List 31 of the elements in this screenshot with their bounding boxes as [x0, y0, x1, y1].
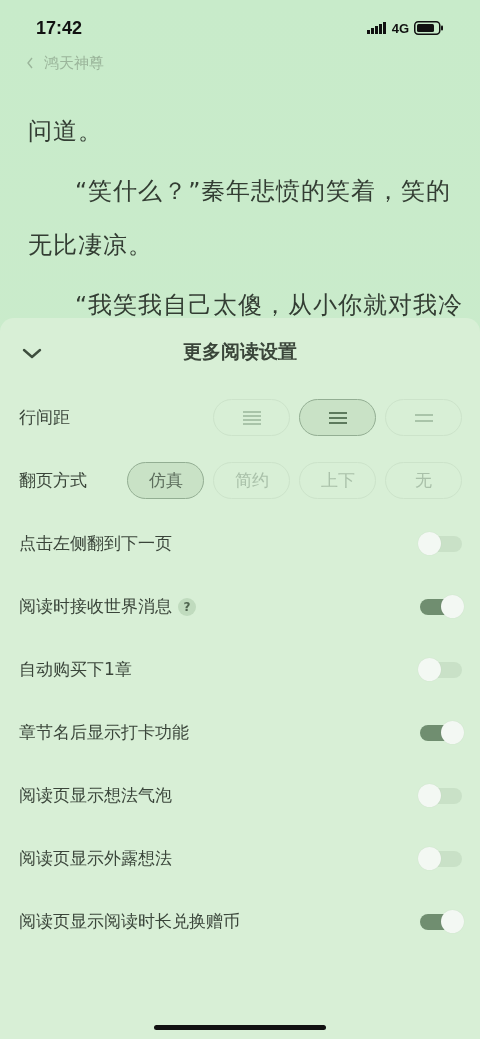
toggle-switch[interactable] [420, 724, 462, 741]
chevron-down-icon[interactable] [22, 348, 42, 360]
signal-icon [366, 22, 387, 34]
setting-label: 点击左侧翻到下一页 [19, 532, 172, 555]
help-icon[interactable]: ? [178, 597, 196, 616]
network-label: 4G [391, 20, 409, 36]
sheet-title: 更多阅读设置 [183, 339, 297, 364]
setting-label: 章节名后显示打卡功能 [19, 721, 189, 744]
toggle-switch[interactable] [420, 661, 462, 678]
setting-label: 阅读页显示阅读时长兑换赠币 [19, 910, 240, 933]
paragraph: “笑什么？”秦年悲愤的笑着，笑的无比凄凉。 [28, 176, 453, 261]
setting-label: 阅读页显示外露想法 [19, 847, 172, 870]
battery-icon [414, 21, 444, 35]
line-spacing-icon [242, 409, 261, 426]
line-spacing-option[interactable] [299, 399, 376, 436]
toggle-switch[interactable] [420, 535, 462, 552]
paragraph: 问道。 [28, 116, 104, 147]
setting-label: 阅读页显示想法气泡 [19, 784, 172, 807]
setting-label: 阅读时接收世界消息 [19, 595, 172, 618]
paragraph: “我笑我自己太傻，从小你就对我冷 [74, 290, 464, 321]
page-turn-option[interactable]: 仿真 [127, 462, 204, 499]
line-spacing-icon [328, 409, 347, 426]
toggle-switch[interactable] [420, 787, 462, 804]
toggle-switch[interactable] [420, 850, 462, 867]
status-time: 17:42 [36, 17, 83, 39]
back-icon[interactable] [26, 57, 34, 69]
toggle-switch[interactable] [420, 598, 462, 615]
setting-label: 行间距 [19, 406, 70, 429]
toggle-switch[interactable] [420, 913, 462, 930]
setting-label: 自动购买下1章 [19, 658, 132, 681]
setting-label: 翻页方式 [19, 469, 87, 492]
